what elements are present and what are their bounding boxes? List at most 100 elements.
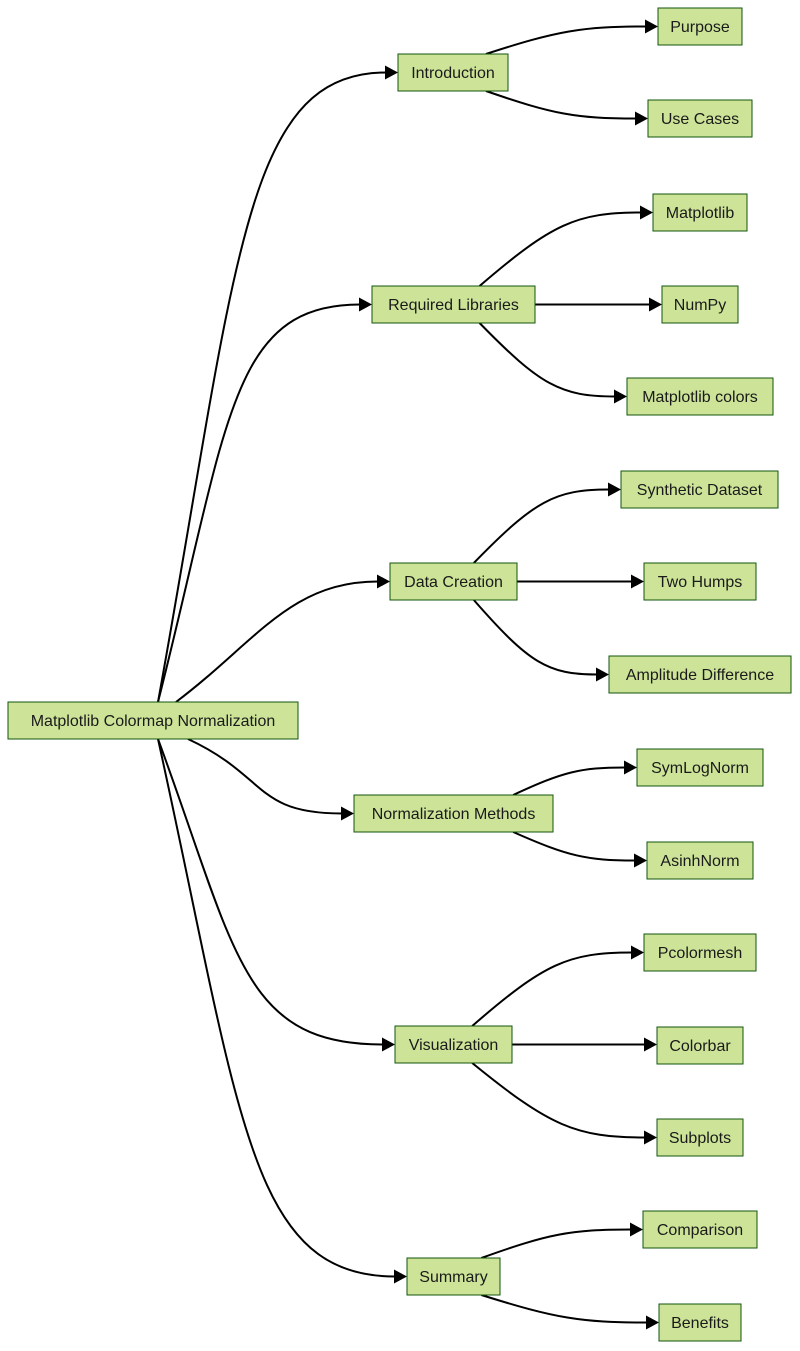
- leaf-node-usecases-label: Use Cases: [661, 111, 739, 128]
- leaf-node-pcm-label: Pcolormesh: [658, 945, 742, 962]
- leaf-node-cbar[interactable]: Colorbar: [656, 1026, 744, 1065]
- leaf-node-cbar-label: Colorbar: [669, 1038, 731, 1055]
- branch-node-intro-label: Introduction: [411, 65, 495, 82]
- edge-vis-to-subplots: [471, 1062, 657, 1145]
- arrowhead-icon: [630, 1222, 643, 1237]
- edge-libs-to-mplcolors: [478, 322, 627, 404]
- leaf-node-subplots[interactable]: Subplots: [656, 1118, 744, 1157]
- arrowhead-icon: [644, 1130, 657, 1145]
- arrowhead-icon: [645, 19, 658, 34]
- edge-root-to-data: [175, 574, 390, 703]
- arrowhead-icon: [385, 65, 398, 80]
- edge-summary-to-benefits: [481, 1294, 659, 1330]
- arrowhead-icon: [640, 205, 653, 220]
- edge-libs-to-mpl-line: [478, 211, 642, 287]
- arrowhead-icon: [596, 667, 609, 682]
- leaf-node-comparison[interactable]: Comparison: [642, 1210, 758, 1249]
- arrowhead-icon: [394, 1269, 407, 1284]
- arrowhead-icon: [377, 574, 390, 589]
- root-node[interactable]: Matplotlib Colormap Normalization: [7, 701, 299, 740]
- arrowhead-icon: [382, 1037, 395, 1052]
- leaf-node-asinh-label: AsinhNorm: [660, 853, 739, 870]
- leaf-node-asinh[interactable]: AsinhNorm: [646, 841, 754, 880]
- leaf-node-synth-label: Synthetic Dataset: [637, 482, 763, 499]
- edge-data-to-synth-line: [473, 488, 610, 564]
- arrowhead-icon: [631, 574, 644, 589]
- edge-norm-to-symlog: [512, 760, 637, 796]
- edge-intro-to-usecases: [485, 90, 648, 126]
- branch-node-summary-label: Summary: [419, 1269, 487, 1286]
- edge-root-to-vis-line: [157, 738, 384, 1046]
- leaf-node-synth[interactable]: Synthetic Dataset: [620, 470, 779, 509]
- edge-norm-to-asinh-line: [512, 831, 636, 862]
- edge-data-to-amp: [473, 599, 609, 682]
- edge-vis-to-cbar: [512, 1037, 657, 1052]
- leaf-node-benefits-label: Benefits: [671, 1315, 729, 1332]
- arrowhead-icon: [631, 945, 644, 960]
- leaf-node-usecases[interactable]: Use Cases: [647, 99, 753, 138]
- leaf-node-mplcolors-label: Matplotlib colors: [642, 389, 758, 406]
- leaf-node-amp-label: Amplitude Difference: [626, 667, 774, 684]
- branch-node-vis-label: Visualization: [409, 1037, 499, 1054]
- edge-root-to-data-line: [175, 580, 379, 703]
- edge-root-to-intro: [157, 65, 398, 703]
- leaf-node-numpy[interactable]: NumPy: [661, 285, 739, 324]
- nodes-layer: Matplotlib Colormap Normalization Introdu…: [7, 7, 792, 1342]
- edge-norm-to-asinh: [512, 831, 647, 868]
- leaf-node-purpose[interactable]: Purpose: [657, 7, 743, 46]
- branch-node-intro[interactable]: Introduction: [397, 53, 509, 92]
- arrowhead-icon: [634, 853, 647, 868]
- edge-data-to-synth: [473, 482, 621, 564]
- leaf-node-mpl-label: Matplotlib: [666, 205, 735, 222]
- edges-layer: [157, 19, 662, 1330]
- arrowhead-icon: [644, 1037, 657, 1052]
- edge-root-to-vis: [157, 738, 395, 1052]
- branch-node-data[interactable]: Data Creation: [389, 562, 518, 601]
- leaf-node-mpl[interactable]: Matplotlib: [652, 193, 748, 232]
- edge-vis-to-pcm: [471, 945, 644, 1027]
- branch-node-vis[interactable]: Visualization: [394, 1025, 513, 1064]
- arrowhead-icon: [649, 297, 662, 312]
- leaf-node-symlog-label: SymLogNorm: [651, 760, 749, 777]
- branch-node-norm-label: Normalization Methods: [372, 806, 536, 823]
- edge-libs-to-mpl: [478, 205, 653, 287]
- root-node-label: Matplotlib Colormap Normalization: [31, 713, 276, 730]
- leaf-node-humps[interactable]: Two Humps: [643, 562, 757, 601]
- leaf-node-amp[interactable]: Amplitude Difference: [608, 655, 792, 694]
- leaf-node-subplots-label: Subplots: [669, 1130, 731, 1147]
- arrowhead-icon: [646, 1315, 659, 1330]
- leaf-node-pcm[interactable]: Pcolormesh: [643, 933, 757, 972]
- edge-data-to-amp-line: [473, 599, 598, 676]
- arrowhead-icon: [635, 111, 648, 126]
- edge-intro-to-purpose: [485, 19, 658, 55]
- leaf-node-benefits[interactable]: Benefits: [658, 1303, 742, 1342]
- arrowhead-icon: [624, 760, 637, 775]
- branch-node-data-label: Data Creation: [404, 574, 503, 591]
- edge-root-to-libs: [157, 297, 372, 703]
- branch-node-libs[interactable]: Required Libraries: [371, 285, 536, 324]
- edge-root-to-norm: [187, 738, 354, 821]
- mindmap-diagram: Matplotlib Colormap Normalization Introdu…: [7, 7, 792, 1342]
- edge-libs-to-numpy: [535, 297, 662, 312]
- edge-libs-to-mplcolors-line: [478, 322, 616, 398]
- edge-norm-to-symlog-line: [512, 766, 626, 796]
- branch-node-libs-label: Required Libraries: [388, 297, 519, 314]
- leaf-node-numpy-label: NumPy: [674, 297, 726, 314]
- edge-vis-to-subplots-line: [471, 1062, 646, 1139]
- arrowhead-icon: [608, 482, 621, 497]
- branch-node-summary[interactable]: Summary: [406, 1257, 501, 1296]
- leaf-node-mplcolors[interactable]: Matplotlib colors: [626, 377, 774, 416]
- edge-summary-to-comparison-line: [481, 1228, 632, 1259]
- edge-intro-to-purpose-line: [485, 25, 647, 55]
- edge-root-to-libs-line: [157, 303, 361, 703]
- edge-root-to-intro-line: [157, 71, 387, 703]
- edge-root-to-norm-line: [187, 738, 343, 815]
- leaf-node-purpose-label: Purpose: [670, 19, 730, 36]
- edge-data-to-humps: [517, 574, 644, 589]
- arrowhead-icon: [341, 806, 354, 821]
- edge-intro-to-usecases-line: [485, 90, 637, 120]
- leaf-node-symlog[interactable]: SymLogNorm: [636, 748, 764, 787]
- arrowhead-icon: [359, 297, 372, 312]
- branch-node-norm[interactable]: Normalization Methods: [353, 794, 554, 833]
- edge-summary-to-benefits-line: [481, 1294, 648, 1324]
